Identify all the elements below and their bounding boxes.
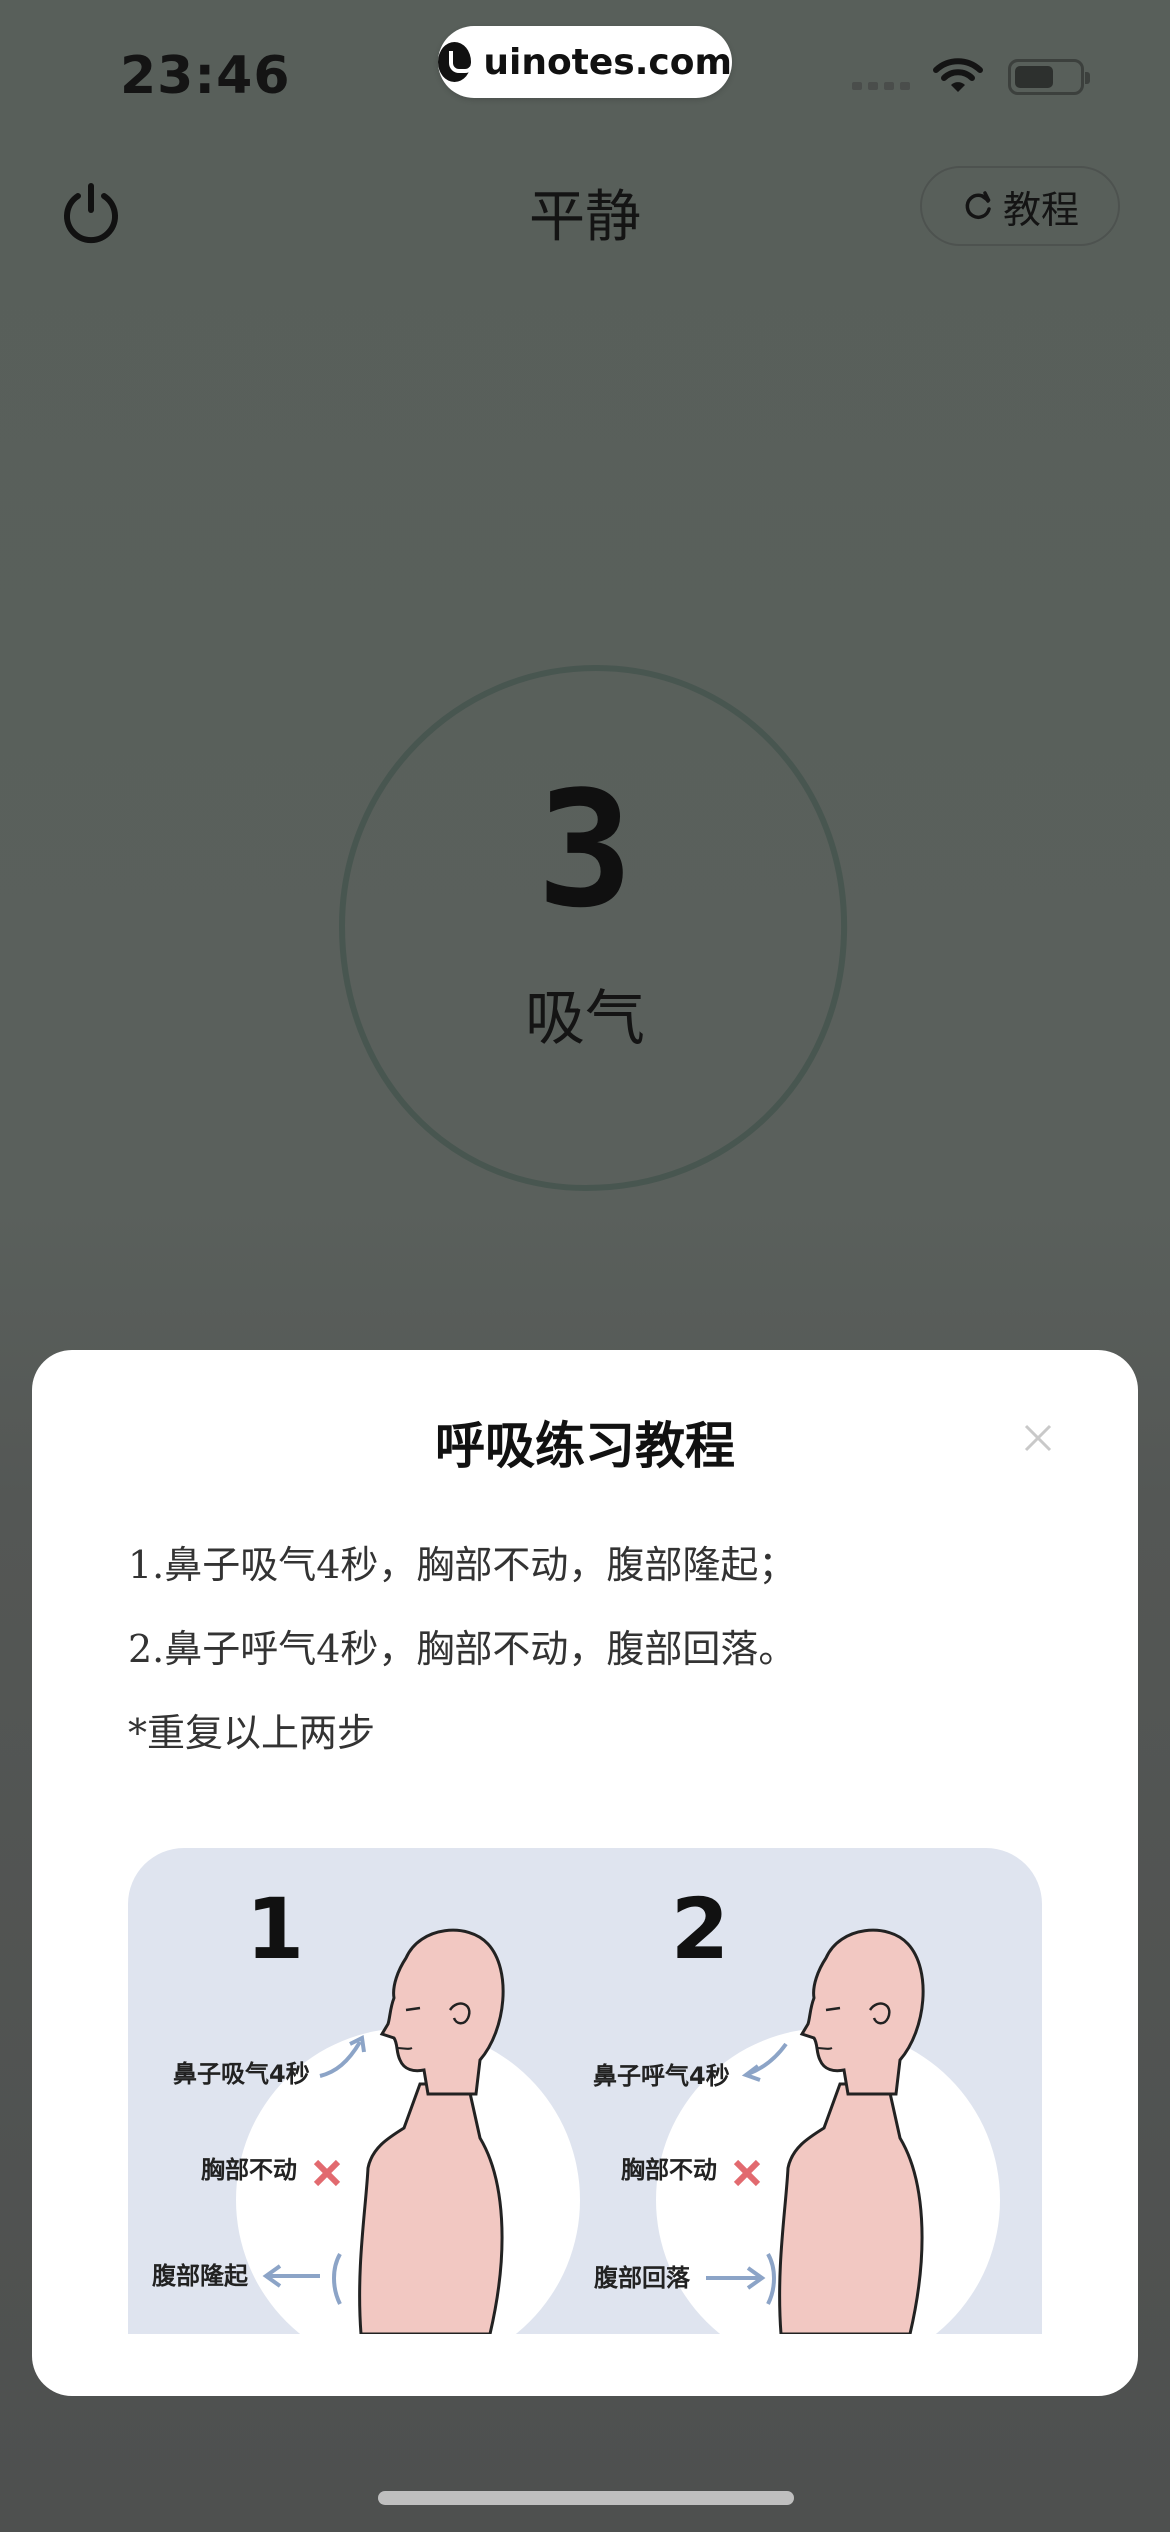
wifi-icon — [933, 58, 983, 92]
instruction-list: 1.鼻子吸气4秒，胸部不动，腹部隆起； 2.鼻子呼气4秒，胸部不动，腹部回落。 … — [128, 1540, 796, 1792]
panel-number: 2 — [671, 1880, 729, 1978]
refresh-icon — [965, 191, 991, 219]
label-belly-rise: 腹部隆起 — [152, 2262, 249, 2290]
instruction-step-1: 1.鼻子吸气4秒，胸部不动，腹部隆起； — [128, 1543, 797, 1587]
breath-phase: 吸气 — [525, 984, 645, 1054]
tutorial-label: 教程 — [1002, 187, 1079, 232]
url-pill: uinotes.com — [438, 26, 732, 98]
panel-number: 1 — [246, 1880, 304, 1978]
site-logo-icon — [438, 42, 476, 82]
app-screen: 23:46 uinotes.com 平静 教程 3 吸气 呼吸练习教程 1.鼻子… — [0, 0, 1170, 2532]
instruction-step-2: 2.鼻子呼气4秒，胸部不动，腹部回落。 — [128, 1627, 797, 1671]
label-nose-exhale: 鼻子呼气4秒 — [593, 2062, 730, 2090]
tutorial-modal: 呼吸练习教程 1.鼻子吸气4秒，胸部不动，腹部隆起； 2.鼻子呼气4秒，胸部不动… — [32, 1350, 1138, 2396]
label-chest-2: 胸部不动 — [621, 2156, 717, 2184]
label-chest-1: 胸部不动 — [201, 2156, 297, 2184]
close-button[interactable] — [1018, 1418, 1058, 1458]
url-text: uinotes.com — [483, 41, 732, 83]
modal-title: 呼吸练习教程 — [435, 1417, 735, 1475]
tutorial-button[interactable]: 教程 — [920, 166, 1120, 246]
breath-counter: 3 — [536, 756, 634, 943]
illustration-panel-inhale: 1 鼻子吸气4秒 胸部不动 腹部隆起 — [152, 1880, 580, 2334]
home-indicator[interactable] — [378, 2491, 794, 2505]
instruction-repeat: *重复以上两步 — [128, 1711, 376, 1755]
breathing-illustration: 1 鼻子吸气4秒 胸部不动 腹部隆起 2 鼻子呼气4秒 胸部不动 腹部回落 — [128, 1848, 1042, 2334]
label-belly-fall: 腹部回落 — [594, 2264, 691, 2292]
battery-icon — [1008, 59, 1090, 95]
cellular-signal-icon — [852, 82, 910, 90]
illustration-panel-exhale: 2 鼻子呼气4秒 胸部不动 腹部回落 — [593, 1880, 1000, 2334]
label-nose-inhale: 鼻子吸气4秒 — [173, 2060, 310, 2088]
status-time: 23:46 — [120, 46, 291, 106]
